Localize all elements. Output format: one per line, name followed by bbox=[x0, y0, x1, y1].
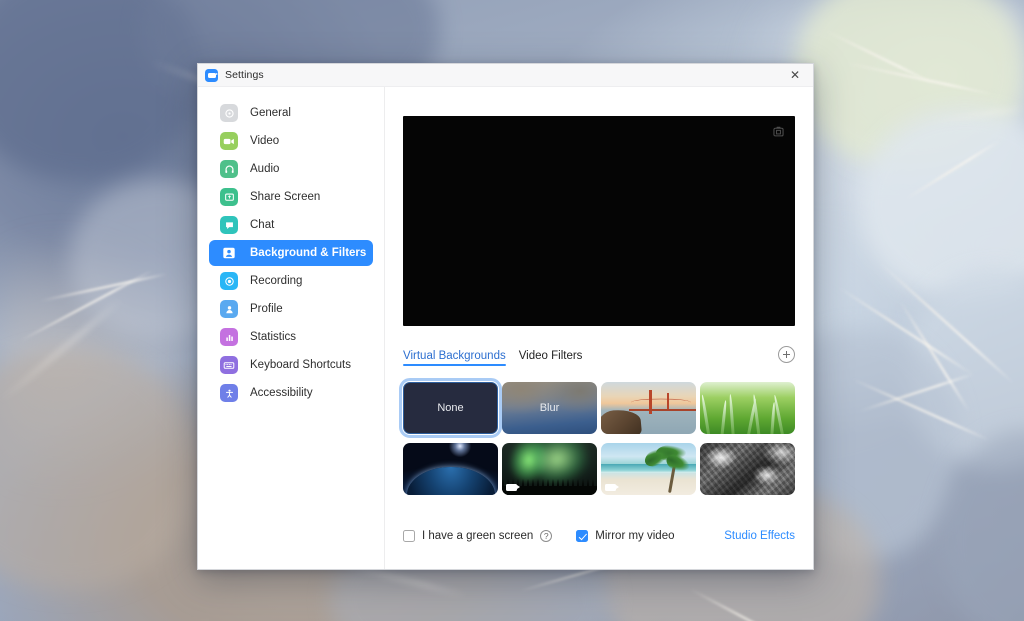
close-icon[interactable]: ✕ bbox=[777, 64, 813, 86]
settings-window: Settings ✕ General Video Audio Share Scr… bbox=[197, 63, 814, 570]
sidebar-item-video[interactable]: Video bbox=[209, 128, 373, 154]
plus-circle-icon[interactable] bbox=[778, 346, 795, 363]
sidebar-item-keyboard-shortcuts[interactable]: Keyboard Shortcuts bbox=[209, 352, 373, 378]
video-badge-icon bbox=[605, 484, 620, 491]
sidebar-item-label: Accessibility bbox=[250, 387, 313, 399]
tab-virtual-backgrounds[interactable]: Virtual Backgrounds bbox=[403, 350, 506, 366]
studio-effects-link[interactable]: Studio Effects bbox=[724, 530, 795, 542]
settings-content-panel: Virtual Backgrounds Video Filters None B… bbox=[385, 87, 813, 569]
background-footer-controls: I have a green screen ? Mirror my video … bbox=[403, 523, 795, 569]
settings-sidebar: General Video Audio Share Screen Chat Ba… bbox=[198, 87, 385, 569]
zoom-logo-icon bbox=[205, 68, 219, 82]
sidebar-item-recording[interactable]: Recording bbox=[209, 268, 373, 294]
green-screen-checkbox[interactable] bbox=[403, 530, 415, 542]
sidebar-item-label: Video bbox=[250, 135, 280, 147]
camera-snapshot-icon[interactable] bbox=[771, 124, 786, 139]
person-icon bbox=[220, 300, 238, 318]
bar-chart-icon bbox=[220, 328, 238, 346]
video-preview bbox=[403, 116, 795, 326]
background-tabs: Virtual Backgrounds Video Filters bbox=[403, 346, 795, 368]
mirror-video-checkbox[interactable] bbox=[576, 530, 589, 542]
video-badge-icon bbox=[506, 484, 521, 491]
sidebar-item-label: Recording bbox=[250, 275, 303, 287]
thumbnail-label: Blur bbox=[539, 402, 560, 414]
background-person-icon bbox=[220, 244, 238, 262]
background-option-blur[interactable]: Blur bbox=[502, 382, 597, 434]
chat-bubble-icon bbox=[220, 216, 238, 234]
sidebar-item-label: Share Screen bbox=[250, 191, 321, 203]
window-title-bar: Settings ✕ bbox=[198, 64, 813, 87]
tab-video-filters[interactable]: Video Filters bbox=[519, 350, 583, 366]
mirror-video-group: Mirror my video bbox=[576, 530, 674, 542]
window-title: Settings bbox=[225, 69, 264, 81]
sidebar-item-label: Audio bbox=[250, 163, 280, 175]
sidebar-item-profile[interactable]: Profile bbox=[209, 296, 373, 322]
sidebar-item-audio[interactable]: Audio bbox=[209, 156, 373, 182]
mirror-video-label: Mirror my video bbox=[595, 530, 675, 542]
sidebar-item-label: Keyboard Shortcuts bbox=[250, 359, 352, 371]
background-option-earth-from-space[interactable] bbox=[403, 443, 498, 495]
sidebar-item-general[interactable]: General bbox=[209, 100, 373, 126]
question-mark-icon[interactable]: ? bbox=[540, 530, 553, 542]
sidebar-item-accessibility[interactable]: Accessibility bbox=[209, 380, 373, 406]
sidebar-item-statistics[interactable]: Statistics bbox=[209, 324, 373, 350]
background-option-tropical-beach[interactable] bbox=[601, 443, 696, 495]
sidebar-item-label: Background & Filters bbox=[250, 247, 367, 259]
sidebar-item-chat[interactable]: Chat bbox=[209, 212, 373, 238]
sidebar-item-label: Chat bbox=[250, 219, 275, 231]
thumbnail-label: None bbox=[437, 402, 464, 414]
keyboard-icon bbox=[220, 356, 238, 374]
sidebar-item-background-filters[interactable]: Background & Filters bbox=[209, 240, 373, 266]
sidebar-item-label: Profile bbox=[250, 303, 283, 315]
background-thumbnail-grid: None Blur bbox=[399, 378, 795, 495]
sidebar-item-share-screen[interactable]: Share Screen bbox=[209, 184, 373, 210]
background-option-black-and-white-nature[interactable] bbox=[700, 443, 795, 495]
desktop: Settings ✕ General Video Audio Share Scr… bbox=[0, 0, 1024, 621]
share-screen-icon bbox=[220, 188, 238, 206]
record-circle-icon bbox=[220, 272, 238, 290]
sidebar-item-label: General bbox=[250, 107, 291, 119]
accessibility-icon bbox=[220, 384, 238, 402]
gear-icon bbox=[220, 104, 238, 122]
background-option-aurora-borealis[interactable] bbox=[502, 443, 597, 495]
green-screen-label: I have a green screen bbox=[422, 530, 534, 542]
background-option-golden-gate-bridge[interactable] bbox=[601, 382, 696, 434]
background-option-none[interactable]: None bbox=[399, 378, 502, 438]
window-body: General Video Audio Share Screen Chat Ba… bbox=[198, 87, 813, 569]
sidebar-item-label: Statistics bbox=[250, 331, 297, 343]
video-camera-icon bbox=[220, 132, 238, 150]
headphones-icon bbox=[220, 160, 238, 178]
background-option-grass[interactable] bbox=[700, 382, 795, 434]
